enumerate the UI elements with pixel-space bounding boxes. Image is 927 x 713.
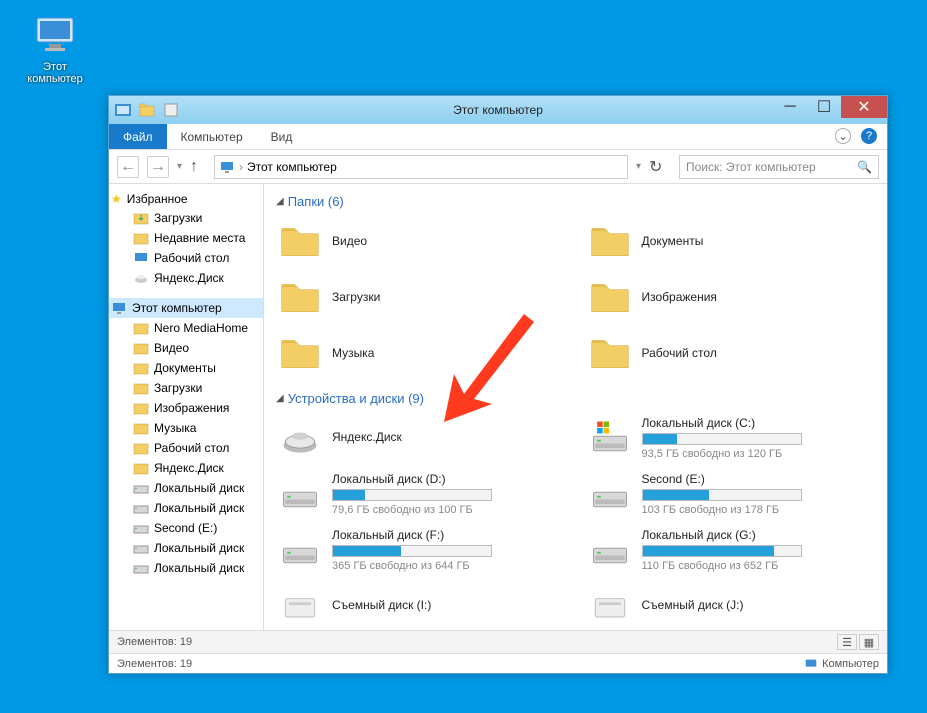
properties-icon[interactable]	[163, 102, 179, 118]
tab-view[interactable]: Вид	[257, 124, 307, 149]
breadcrumb-item[interactable]: Этот компьютер	[247, 160, 337, 174]
app-icon	[115, 102, 131, 118]
folder-tile-5[interactable]: Рабочий стол	[586, 329, 876, 377]
sidebar: ★Избранное Загрузки Недавние места Рабоч…	[109, 184, 264, 630]
search-box[interactable]: Поиск: Этот компьютер 🔍	[679, 155, 879, 179]
status-computer: Компьютер	[822, 658, 879, 670]
maximize-button[interactable]: ☐	[807, 96, 841, 118]
sidebar-item-recent[interactable]: Недавние места	[109, 228, 263, 248]
tab-file[interactable]: Файл	[109, 124, 167, 149]
sidebar-pc-item-3[interactable]: Загрузки	[109, 378, 263, 398]
address-bar[interactable]: › Этот компьютер	[214, 155, 628, 179]
sidebar-item-yandex[interactable]: Яндекс.Диск	[109, 268, 263, 288]
sidebar-pc-item-2[interactable]: Документы	[109, 358, 263, 378]
close-button[interactable]: ✕	[841, 96, 887, 118]
chevron-right-icon: ›	[239, 160, 243, 174]
navbar: ← → ▾ ↑ › Этот компьютер ▾ ↻ Поиск: Этот…	[109, 150, 887, 184]
folder-tile-2[interactable]: Загрузки	[276, 273, 566, 321]
sidebar-this-pc-header[interactable]: Этот компьютер	[109, 298, 263, 318]
window-title: Этот компьютер	[453, 103, 543, 117]
back-button[interactable]: ←	[117, 156, 139, 178]
desktop-icon-this-pc[interactable]: Этот компьютер	[20, 10, 90, 85]
pc-icon	[219, 159, 235, 175]
computer-icon	[804, 657, 818, 671]
drive-tile-1[interactable]: Локальный диск (C:)93,5 ГБ свободно из 1…	[586, 414, 876, 462]
sidebar-favorites-header[interactable]: ★Избранное	[109, 190, 263, 208]
drive-tile-2[interactable]: Локальный диск (D:)79,6 ГБ свободно из 1…	[276, 470, 566, 518]
sidebar-item-desktop[interactable]: Рабочий стол	[109, 248, 263, 268]
search-icon: 🔍	[857, 160, 872, 174]
tab-computer[interactable]: Компьютер	[167, 124, 257, 149]
sidebar-pc-item-1[interactable]: Видео	[109, 338, 263, 358]
folder-tile-0[interactable]: Видео	[276, 217, 566, 265]
search-placeholder: Поиск: Этот компьютер	[686, 160, 816, 174]
content-pane: ◢Папки (6) Видео Документы Загрузки Изображ…	[264, 184, 887, 630]
ribbon: Файл Компьютер Вид ⌄ ?	[109, 124, 887, 150]
forward-button[interactable]: →	[147, 156, 169, 178]
sidebar-pc-item-9[interactable]: Локальный диск	[109, 498, 263, 518]
folder-tile-1[interactable]: Документы	[586, 217, 876, 265]
new-folder-icon[interactable]	[139, 102, 155, 118]
view-tiles-button[interactable]: ▦	[859, 634, 879, 650]
sidebar-pc-item-11[interactable]: Локальный диск	[109, 538, 263, 558]
minimize-button[interactable]: ─	[773, 96, 807, 118]
status-elements: Элементов: 19	[117, 636, 192, 648]
section-devices[interactable]: ◢Устройства и диски (9)	[276, 391, 875, 406]
drive-tile-5[interactable]: Локальный диск (G:)110 ГБ свободно из 65…	[586, 526, 876, 574]
sidebar-pc-item-4[interactable]: Изображения	[109, 398, 263, 418]
sidebar-pc-item-6[interactable]: Рабочий стол	[109, 438, 263, 458]
drive-tile-0[interactable]: Яндекс.Диск	[276, 414, 566, 462]
history-dropdown[interactable]: ▾	[177, 161, 182, 172]
section-folders[interactable]: ◢Папки (6)	[276, 194, 875, 209]
outer-statusbar: Элементов: 19 Компьютер	[109, 653, 887, 673]
desktop-icon-label: Этот компьютер	[20, 61, 90, 85]
sidebar-pc-item-7[interactable]: Яндекс.Диск	[109, 458, 263, 478]
drive-tile-6[interactable]: Съемный диск (I:)	[276, 582, 566, 630]
inner-statusbar: Элементов: 19 ☰ ▦	[109, 630, 887, 653]
folder-tile-3[interactable]: Изображения	[586, 273, 876, 321]
explorer-window: Этот компьютер ─ ☐ ✕ Файл Компьютер Вид …	[108, 95, 888, 674]
view-details-button[interactable]: ☰	[837, 634, 857, 650]
expand-ribbon-icon[interactable]: ⌄	[835, 128, 851, 144]
titlebar[interactable]: Этот компьютер ─ ☐ ✕	[109, 96, 887, 124]
sidebar-item-downloads[interactable]: Загрузки	[109, 208, 263, 228]
sidebar-pc-item-10[interactable]: Second (E:)	[109, 518, 263, 538]
sidebar-pc-item-5[interactable]: Музыка	[109, 418, 263, 438]
folder-tile-4[interactable]: Музыка	[276, 329, 566, 377]
refresh-button[interactable]: ↻	[649, 157, 671, 177]
address-dropdown[interactable]: ▾	[636, 161, 641, 172]
status-elements-2: Элементов: 19	[117, 658, 192, 670]
sidebar-pc-item-12[interactable]: Локальный диск	[109, 558, 263, 578]
drive-tile-4[interactable]: Локальный диск (F:)365 ГБ свободно из 64…	[276, 526, 566, 574]
sidebar-pc-item-0[interactable]: Nero MediaHome	[109, 318, 263, 338]
up-button[interactable]: ↑	[190, 158, 206, 176]
help-icon[interactable]: ?	[861, 128, 877, 144]
sidebar-pc-item-8[interactable]: Локальный диск	[109, 478, 263, 498]
drive-tile-3[interactable]: Second (E:)103 ГБ свободно из 178 ГБ	[586, 470, 876, 518]
drive-tile-7[interactable]: Съемный диск (J:)	[586, 582, 876, 630]
